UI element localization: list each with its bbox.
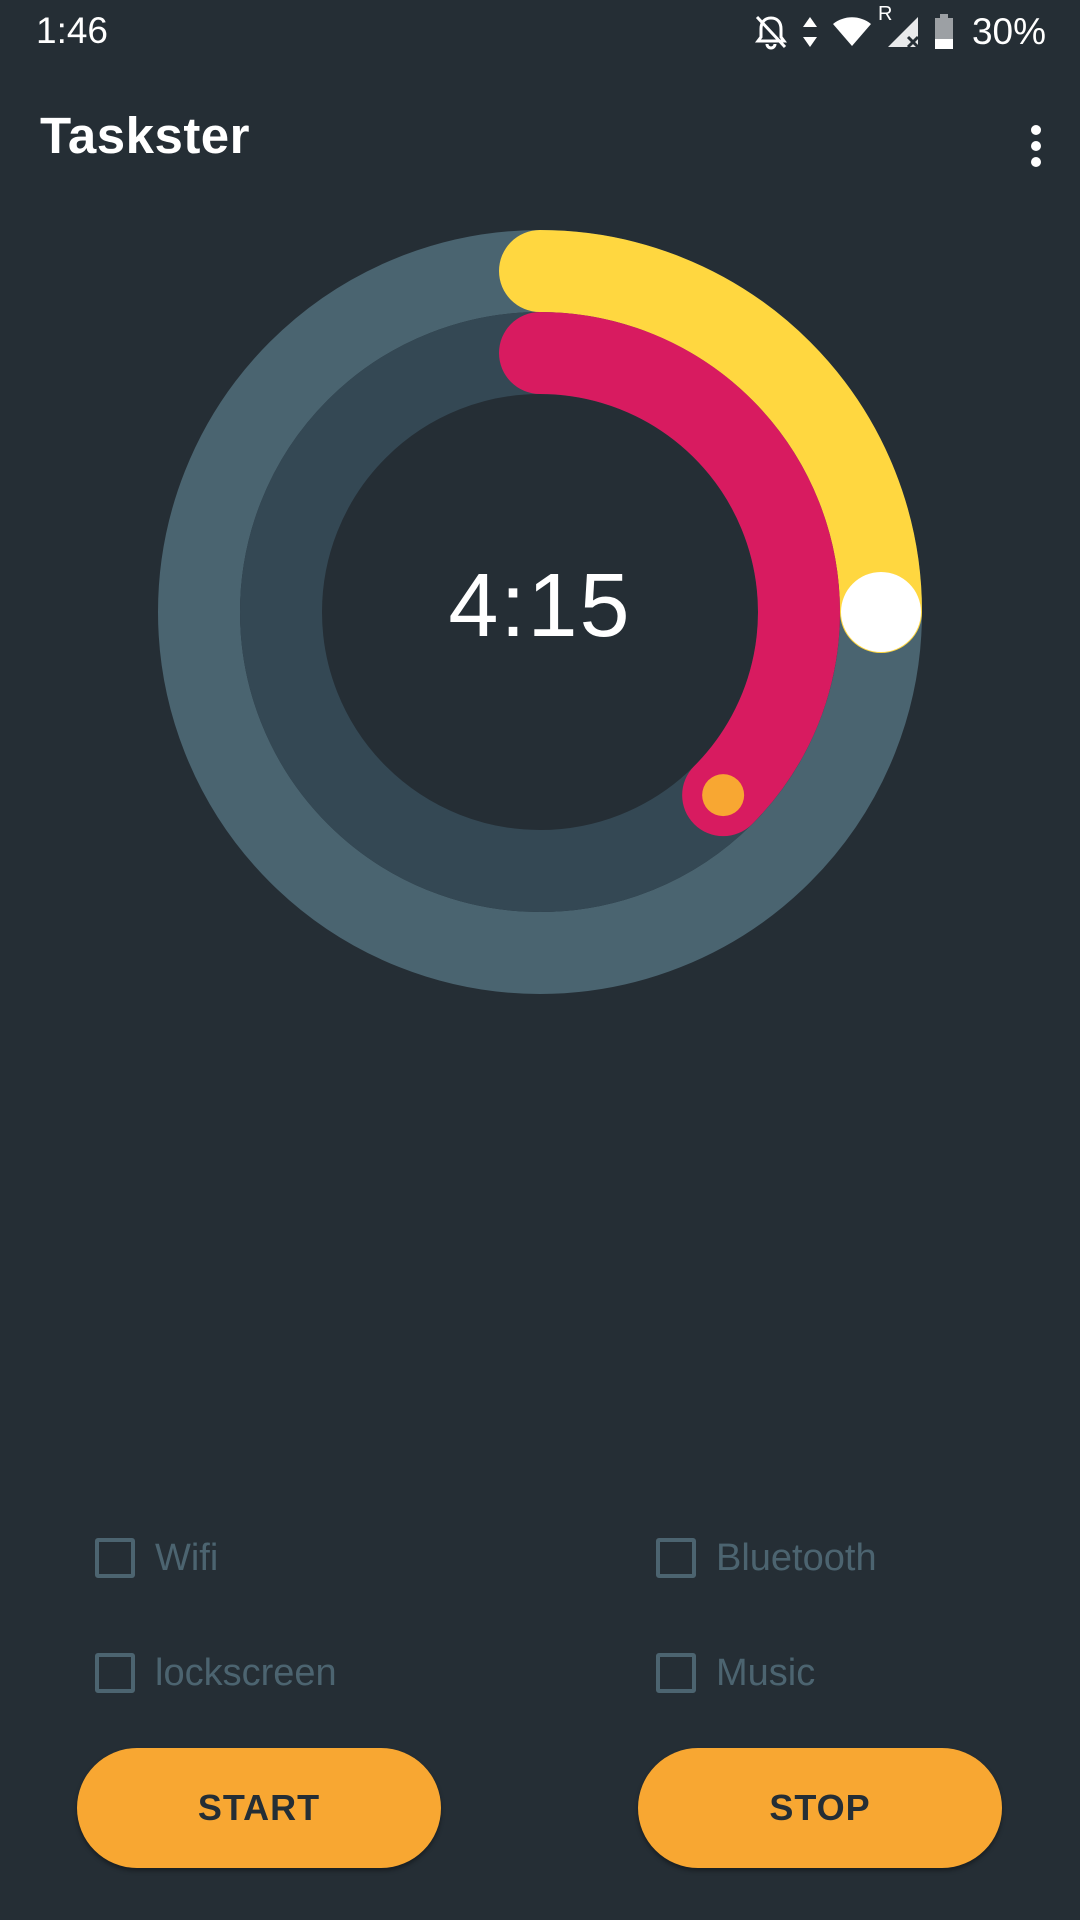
data-arrows-icon	[802, 15, 818, 49]
screen: 1:46 R 30% Taskster 4:15 Wifi Bluetooth …	[0, 0, 1080, 1920]
battery-percentage: 30%	[971, 11, 1046, 52]
start-button[interactable]: START	[77, 1748, 441, 1868]
option-label-bluetooth: Bluetooth	[716, 1536, 877, 1579]
wifi-checkbox[interactable]	[95, 1538, 135, 1578]
lockscreen-checkbox[interactable]	[95, 1653, 135, 1693]
option-music[interactable]: Music	[656, 1643, 815, 1703]
outer-ring-track	[158, 230, 922, 994]
inner-ring-handle[interactable]	[702, 774, 745, 817]
status-icons: R 30%	[754, 3, 1046, 54]
option-bluetooth[interactable]: Bluetooth	[656, 1528, 877, 1588]
bluetooth-checkbox[interactable]	[656, 1538, 696, 1578]
timer-display: 4:15	[448, 556, 632, 656]
bell-off-icon	[754, 14, 788, 50]
option-wifi[interactable]: Wifi	[95, 1528, 218, 1588]
more-vert-icon	[1030, 124, 1042, 173]
option-label-lockscreen: lockscreen	[155, 1651, 337, 1694]
inner-progress-arc	[499, 312, 840, 837]
stop-button[interactable]: STOP	[638, 1748, 1002, 1868]
timer-dial-graphic	[158, 230, 922, 994]
battery-icon	[934, 14, 954, 50]
wifi-icon	[832, 16, 872, 48]
roaming-label: R	[877, 3, 893, 25]
music-checkbox[interactable]	[656, 1653, 696, 1693]
outer-progress-arc	[499, 230, 922, 653]
status-time: 1:46	[36, 10, 109, 51]
overflow-menu-button[interactable]	[992, 104, 1080, 192]
app-title: Taskster	[40, 107, 251, 164]
roaming-signal-icon: R	[878, 3, 920, 49]
app-bar: Taskster	[0, 64, 1080, 204]
timer-dial: 4:15	[0, 0, 1080, 1920]
option-label-music: Music	[716, 1651, 816, 1694]
outer-ring-handle[interactable]	[841, 572, 921, 652]
option-label-wifi: Wifi	[155, 1536, 219, 1579]
status-bar: 1:46 R 30%	[0, 0, 1080, 64]
inner-ring-track	[240, 312, 840, 912]
option-lockscreen[interactable]: lockscreen	[95, 1643, 337, 1703]
